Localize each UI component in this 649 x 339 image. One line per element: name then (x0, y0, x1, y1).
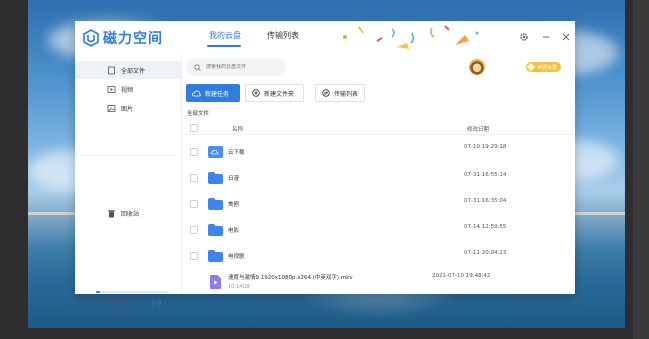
file-date: 07-10 19:29:18 (464, 144, 507, 150)
minimize-icon[interactable] (540, 31, 552, 43)
storage-usage-text: 95.03GB/2TB (96, 300, 129, 306)
sidebar-item-label: 回收站 (121, 210, 140, 218)
file-icon (108, 66, 115, 74)
expand-storage-label: 扩容 (152, 301, 163, 307)
monitor-bezel (633, 0, 649, 339)
file-name: 云下载 (228, 150, 245, 156)
table-row[interactable]: 电影 07-14 12:59:55 (183, 217, 575, 243)
tab-my-cloud[interactable]: 我的云盘 (209, 30, 241, 41)
transfer-list-label: 传输列表 (334, 90, 359, 98)
video-icon (107, 85, 116, 93)
expand-storage-link[interactable]: 扩容 › (152, 300, 166, 307)
storage-progress-fill (96, 291, 100, 293)
file-name: 电影 (228, 228, 240, 234)
add-icon (252, 89, 260, 97)
file-date: 07-31 16:55:14 (464, 172, 507, 178)
column-header-name[interactable]: 名称 (232, 125, 243, 133)
search-box[interactable] (186, 58, 286, 76)
avatar[interactable] (469, 59, 485, 75)
table-header: 名称 修改日期 (183, 121, 575, 135)
file-size: 10.14GB (228, 284, 250, 290)
sidebar-item-all-files[interactable]: 全部文件 (75, 61, 182, 79)
renew-vip-badge[interactable]: 续费会员 (526, 62, 562, 72)
renew-vip-label: 续费会员 (537, 64, 558, 71)
app-title: 磁力空间 (103, 31, 163, 47)
file-name: 电视剧 (228, 254, 245, 260)
sidebar-item-label: 全部文件 (121, 67, 146, 75)
transfer-list-button[interactable]: 传输列表 (315, 84, 365, 102)
sidebar-divider (81, 155, 176, 156)
file-date: 07-14 12:59:55 (464, 224, 507, 230)
storage-progress (96, 291, 169, 293)
folder-icon (208, 172, 223, 184)
new-task-label: 新建任务 (205, 90, 230, 98)
file-name: 速度与激情9.1920x1080p.x264.(中英双字).mkv (228, 275, 353, 281)
transfer-icon (322, 89, 330, 97)
close-icon[interactable] (560, 31, 572, 43)
folder-icon (208, 198, 223, 210)
title-bar: 磁力空间 我的云盘 传输列表 (75, 21, 575, 55)
file-name: 日漫 (228, 176, 240, 182)
folder-icon (208, 224, 223, 236)
sidebar-item-images[interactable]: 图片 (75, 99, 182, 117)
app-window: 磁力空间 我的云盘 传输列表 全部文件 视频 图片 回收站 95.03GB/2T… (75, 21, 575, 307)
tab-transfer-list[interactable]: 传输列表 (267, 30, 299, 41)
confetti-decoration (343, 25, 479, 49)
file-date: 07-31 16:35:04 (464, 198, 507, 204)
file-name: 美剧 (228, 202, 240, 208)
cloud-folder-icon (208, 146, 223, 158)
sidebar-item-label: 图片 (121, 105, 134, 113)
table-row[interactable]: 美剧 07-31 16:35:04 (183, 191, 575, 217)
row-checkbox[interactable] (190, 226, 198, 234)
active-tab-indicator (207, 45, 241, 47)
select-all-checkbox[interactable] (190, 124, 198, 132)
app-logo: 磁力空间 (83, 28, 163, 48)
file-date: 07-11 20:04:23 (464, 250, 507, 256)
table-row[interactable]: 速度与激情9.1920x1080p.x264.(中英双字).mkv 10.14G… (183, 269, 575, 295)
table-row[interactable]: 云下载 07-10 19:29:18 (183, 139, 575, 165)
sidebar-item-label: 视频 (121, 86, 134, 94)
cloud-download-icon (192, 90, 201, 96)
new-task-button[interactable]: 新建任务 (186, 84, 240, 102)
search-icon (194, 63, 201, 71)
file-date: 2021-07-10 19:48:42 (432, 273, 491, 279)
sidebar-item-video[interactable]: 视频 (75, 80, 182, 98)
column-header-date[interactable]: 修改日期 (467, 125, 489, 133)
row-checkbox[interactable] (190, 252, 198, 260)
breadcrumb: 全部文件 (187, 111, 210, 117)
new-folder-button[interactable]: 新建文件夹 (245, 84, 304, 102)
vip-gem-icon (526, 62, 536, 72)
folder-icon (208, 250, 223, 262)
row-checkbox[interactable] (190, 200, 198, 208)
image-icon (107, 104, 116, 112)
row-checkbox[interactable] (190, 148, 198, 156)
table-row[interactable]: 电视剧 07-11 20:04:23 (183, 243, 575, 269)
row-checkbox[interactable] (190, 174, 198, 182)
table-row[interactable]: 日漫 07-31 16:55:14 (183, 165, 575, 191)
trash-icon (108, 209, 115, 217)
logo-icon (83, 29, 99, 47)
settings-gear-icon[interactable] (518, 31, 530, 43)
main-panel: 续费会员 新建任务 新建文件夹 传输列表 全部文件 名称 修改日期 云下载 07… (183, 55, 575, 294)
search-input[interactable] (206, 64, 286, 70)
video-file-icon (210, 275, 221, 289)
sidebar: 全部文件 视频 图片 回收站 95.03GB/2TB 扩容 › (75, 55, 182, 307)
sidebar-item-recycle-bin[interactable]: 回收站 (75, 204, 182, 222)
new-folder-label: 新建文件夹 (264, 90, 295, 98)
